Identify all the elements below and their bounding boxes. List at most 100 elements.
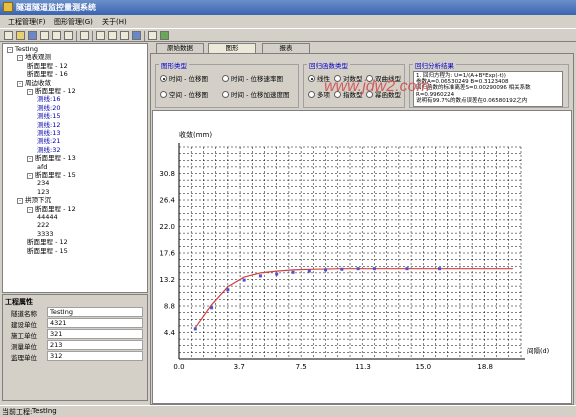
tree-node[interactable]: 断面里程 - 12: [27, 62, 68, 70]
tree-node[interactable]: - 拱顶下沉: [17, 196, 51, 205]
tree-toggle-icon[interactable]: -: [27, 89, 33, 95]
x-axis-title: 间隔(d): [527, 346, 549, 355]
tree-node[interactable]: - 断面里程 - 13: [27, 154, 76, 163]
radio-time-acceleration[interactable]: 时间 - 位移加速度图: [222, 89, 289, 99]
tree-node[interactable]: 断面里程 - 16: [27, 70, 68, 78]
tree-node[interactable]: 测线:20: [37, 104, 60, 112]
x-tick-label: 3.7: [234, 363, 245, 371]
tree-node-label: 断面里程 - 15: [27, 246, 68, 255]
tree-toggle-icon[interactable]: -: [27, 173, 33, 179]
radio-label: 时间 - 位移加速度图: [231, 91, 290, 99]
chart-type-title: 图形类型: [159, 60, 189, 70]
tree-node[interactable]: 测线:12: [37, 121, 60, 129]
add-icon[interactable]: [120, 31, 129, 40]
x-tick-label: 11.3: [355, 363, 371, 371]
x-tick-label: 0.0: [173, 363, 184, 371]
tree-node[interactable]: 测线:13: [37, 129, 60, 137]
radio-dot: [308, 75, 315, 82]
tree-node-label: 断面里程 - 13: [35, 154, 76, 163]
tree-node[interactable]: 断面里程 - 15: [27, 247, 68, 255]
measure-icon[interactable]: [108, 31, 117, 40]
tools-icon[interactable]: [96, 31, 105, 40]
print-icon[interactable]: [80, 31, 89, 40]
exit-icon[interactable]: [160, 31, 169, 40]
status-project-name: TestIng: [32, 407, 57, 415]
toolbar: [0, 28, 576, 42]
radio-time-displacement[interactable]: 时间 - 位移图: [160, 73, 208, 83]
property-value-builder[interactable]: 4321: [47, 318, 143, 328]
menu-project[interactable]: 工程管理(F): [8, 17, 46, 27]
tree-toggle-icon[interactable]: -: [7, 47, 13, 53]
tree-toggle-icon[interactable]: -: [27, 156, 33, 163]
data-point: [372, 267, 376, 271]
tree-toggle-icon[interactable]: -: [27, 206, 33, 213]
radio-space-displacement[interactable]: 空间 - 位移图: [160, 89, 208, 99]
copy-icon[interactable]: [40, 31, 49, 40]
menu-graph[interactable]: 图形管理(G): [54, 17, 93, 27]
tree-node[interactable]: - 断面里程 - 15: [27, 171, 76, 179]
new-icon[interactable]: [4, 31, 13, 40]
tree-node[interactable]: 3333: [37, 230, 54, 238]
tree-node[interactable]: 234: [37, 179, 49, 187]
app-icon: [3, 2, 13, 12]
radio-dot: [222, 91, 229, 98]
title-bar: 隧道隧道监控量测系统: [0, 0, 576, 15]
tree-toggle-icon[interactable]: -: [17, 80, 23, 87]
tree-node-label: 测线:20: [37, 103, 61, 112]
tree-node-label: 断面里程 - 15: [35, 171, 76, 179]
tree-node-label: 3333: [37, 229, 54, 238]
tree-node[interactable]: 测线:16: [37, 95, 60, 103]
result-line: 说明有99.7%的数点误差在0.06580192之内: [416, 97, 528, 104]
menu-about[interactable]: 关于(H): [102, 17, 127, 27]
data-point: [340, 267, 344, 271]
tab-report[interactable]: 报表: [262, 43, 310, 53]
tree-node[interactable]: 测线:32: [37, 146, 60, 154]
menu-bar: 工程管理(F) 图形管理(G) 关于(H): [0, 15, 576, 28]
regression-result-text[interactable]: 1. 回归方程为: U=1/(A+B*Exp(-t)) 参数A=0.065302…: [413, 71, 563, 107]
window-icon[interactable]: [132, 31, 141, 40]
tree-node[interactable]: 断面里程 - 12: [27, 238, 68, 246]
tree-node-label: 234: [37, 179, 50, 188]
tree-node[interactable]: 222: [37, 221, 49, 229]
property-value-tunnel-name[interactable]: TestIng: [47, 307, 143, 317]
tree-node[interactable]: 测线:21: [37, 137, 60, 145]
data-point: [438, 267, 442, 271]
properties-icon[interactable]: [64, 31, 73, 40]
property-value-surveyor[interactable]: 213: [47, 340, 143, 350]
tree-toggle-icon[interactable]: -: [17, 198, 23, 205]
tree-node[interactable]: afd: [37, 163, 47, 171]
tree-node[interactable]: - 断面里程 - 12: [27, 87, 76, 95]
tree-node-label: afd: [37, 162, 48, 171]
tree-node[interactable]: - 断面里程 - 12: [27, 205, 76, 213]
data-point: [324, 268, 328, 272]
y-tick-label: 26.4: [159, 197, 175, 205]
tree-node[interactable]: - 地表观测: [17, 53, 51, 62]
property-value-constructor[interactable]: 321: [47, 329, 143, 339]
radio-label: 时间 - 位移图: [169, 75, 208, 83]
tree-node-label: 周边收敛: [25, 78, 51, 87]
tab-chart[interactable]: 图形: [208, 43, 256, 53]
save-icon[interactable]: [28, 31, 37, 40]
radio-time-velocity[interactable]: 时间 - 位移速率图: [222, 73, 283, 83]
tree-node[interactable]: - TestIng: [7, 45, 38, 53]
data-point: [405, 267, 409, 271]
tree-node-label: 地表观测: [25, 53, 51, 62]
y-tick-label: 30.8: [159, 170, 175, 178]
tree-node[interactable]: 44444: [37, 213, 58, 221]
property-value-supervisor[interactable]: 312: [47, 351, 143, 361]
paste-icon[interactable]: [52, 31, 61, 40]
tree-node[interactable]: 测线:15: [37, 112, 60, 120]
tree-toggle-icon[interactable]: -: [17, 55, 23, 62]
x-tick-label: 15.0: [415, 363, 431, 371]
tree-node[interactable]: - 周边收敛: [17, 79, 51, 87]
tree-node-label: 断面里程 - 12: [27, 238, 68, 247]
calculator-icon[interactable]: [148, 31, 157, 40]
data-point: [210, 306, 214, 310]
open-icon[interactable]: [16, 31, 25, 40]
tree-node-label: TestIng: [15, 45, 38, 53]
project-tree[interactable]: - TestIng - 地表观测 断面里程 - 12 断面里程 - 16- 周边收敛 - 断面里…: [2, 43, 148, 293]
status-label: 当前工程:: [2, 408, 33, 416]
tree-node[interactable]: 123: [37, 188, 49, 196]
y-axis-title: 收敛(mm): [179, 130, 212, 139]
tab-raw-data[interactable]: 原始数据: [156, 43, 204, 53]
